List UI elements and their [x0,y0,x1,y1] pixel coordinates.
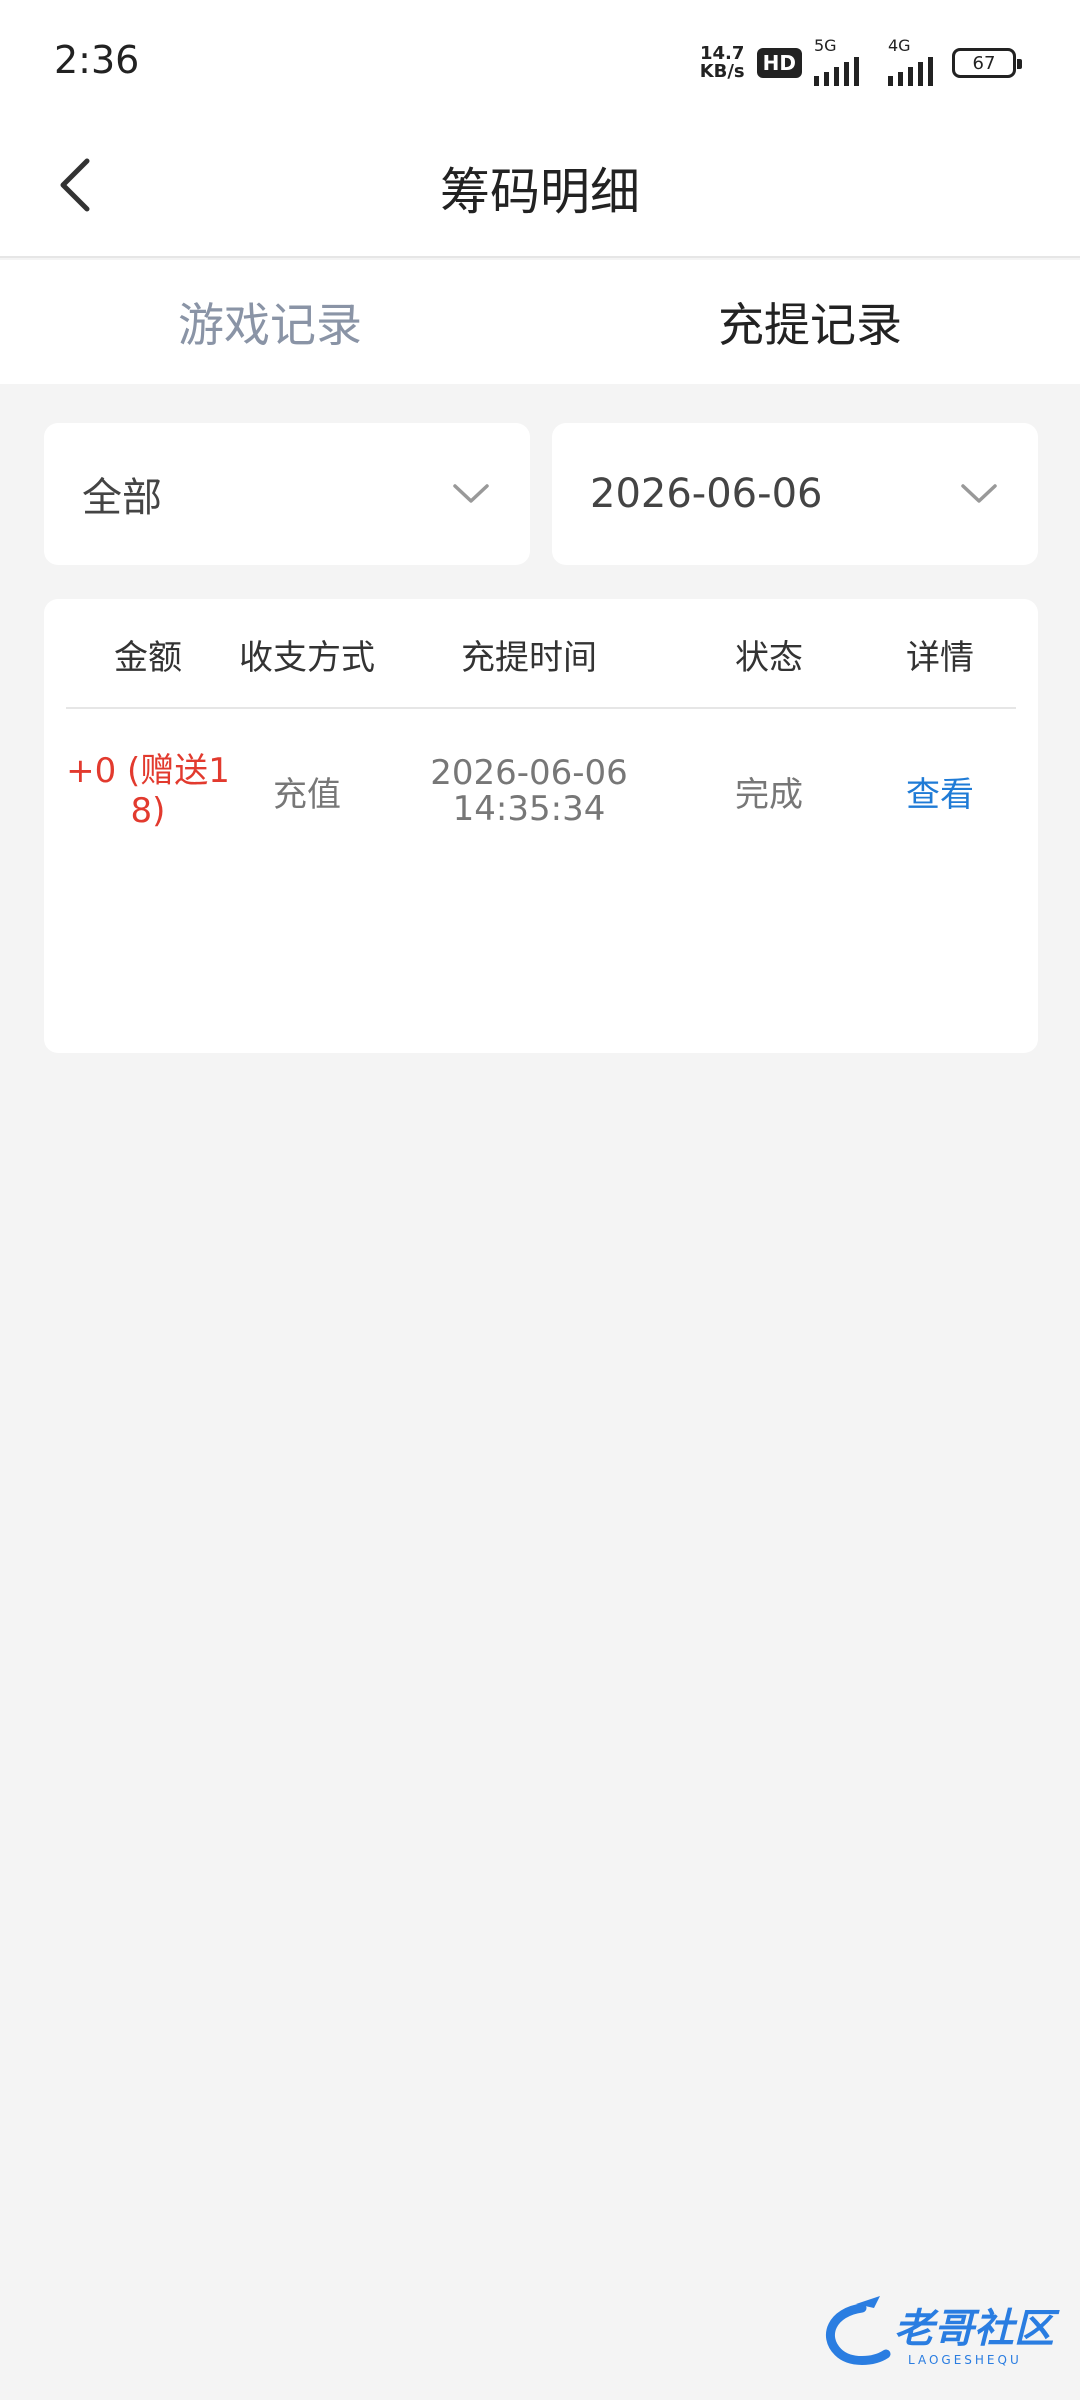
records-table-card: 金额 收支方式 充提时间 状态 详情 +0 (赠送1 8) 充值 2026-06… [44,599,1038,1053]
status-indicators: 14.7 KB/s HD 5G 4G 67 [700,36,1022,86]
status-bar: 2:36 14.7 KB/s HD 5G 4G 67 [0,0,1080,120]
column-header-status: 状态 [735,637,803,678]
date-filter-value: 2026-06-06 [590,471,823,517]
chevron-left-icon [60,158,90,212]
row-time: 2026-06-06 14:35:34 [384,711,674,871]
column-header-time: 充提时间 [461,637,597,678]
network-speed-unit: KB/s [699,61,745,82]
type-filter-value: 全部 [82,475,162,521]
view-detail-link[interactable]: 查看 [864,711,1016,871]
row-amount: +0 (赠送1 8) [66,711,230,871]
row-amount-line2: 8) [130,791,166,831]
page-title: 筹码明细 [440,163,640,221]
table-row: +0 (赠送1 8) 充值 2026-06-06 14:35:34 完成 查看 [66,711,1016,871]
row-status: 完成 [735,774,803,815]
svg-text:老哥社区: 老哥社区 [894,2306,1060,2352]
row-method: 充值 [273,774,341,815]
signal-5g-label: 5G [814,36,837,55]
back-button[interactable] [40,140,110,230]
dragon-logo-icon: 老哥社区 LAOGESHEQU [825,2296,1060,2367]
filter-bar: 全部 2026-06-06 [44,423,1038,565]
column-header-method: 收支方式 [239,637,375,678]
chevron-down-icon [961,484,997,503]
row-amount-line1: +0 (赠送1 [66,751,230,791]
status-time: 2:36 [54,38,140,82]
table-header: 金额 收支方式 充提时间 状态 详情 [66,599,1016,709]
date-filter-dropdown[interactable]: 2026-06-06 [552,423,1038,565]
row-clock-time: 14:35:34 [452,789,606,829]
hd-badge: HD [756,48,802,78]
tab-game-records[interactable]: 游戏记录 [0,260,540,384]
network-speed: 14.7 KB/s [700,45,745,81]
svg-text:LAOGESHEQU: LAOGESHEQU [908,2353,1022,2367]
battery-level: 67 [972,52,996,74]
tab-bar: 游戏记录 充提记录 [0,260,1080,384]
signal-4g-icon: 4G [888,36,940,86]
watermark-logo: 老哥社区 LAOGESHEQU [816,2290,1066,2372]
row-date: 2026-06-06 [430,753,628,793]
type-filter-dropdown[interactable]: 全部 [44,423,530,565]
signal-5g-icon: 5G [814,36,876,86]
chevron-down-icon [453,484,489,503]
column-header-detail: 详情 [906,637,974,678]
signal-4g-label: 4G [888,36,911,55]
signal-bars-icon [888,57,933,86]
battery-icon: 67 [952,48,1022,78]
tab-deposit-withdraw-records[interactable]: 充提记录 [540,260,1080,384]
header: 筹码明细 [0,120,1080,258]
signal-bars-icon [814,57,859,86]
column-header-amount: 金额 [114,637,182,678]
